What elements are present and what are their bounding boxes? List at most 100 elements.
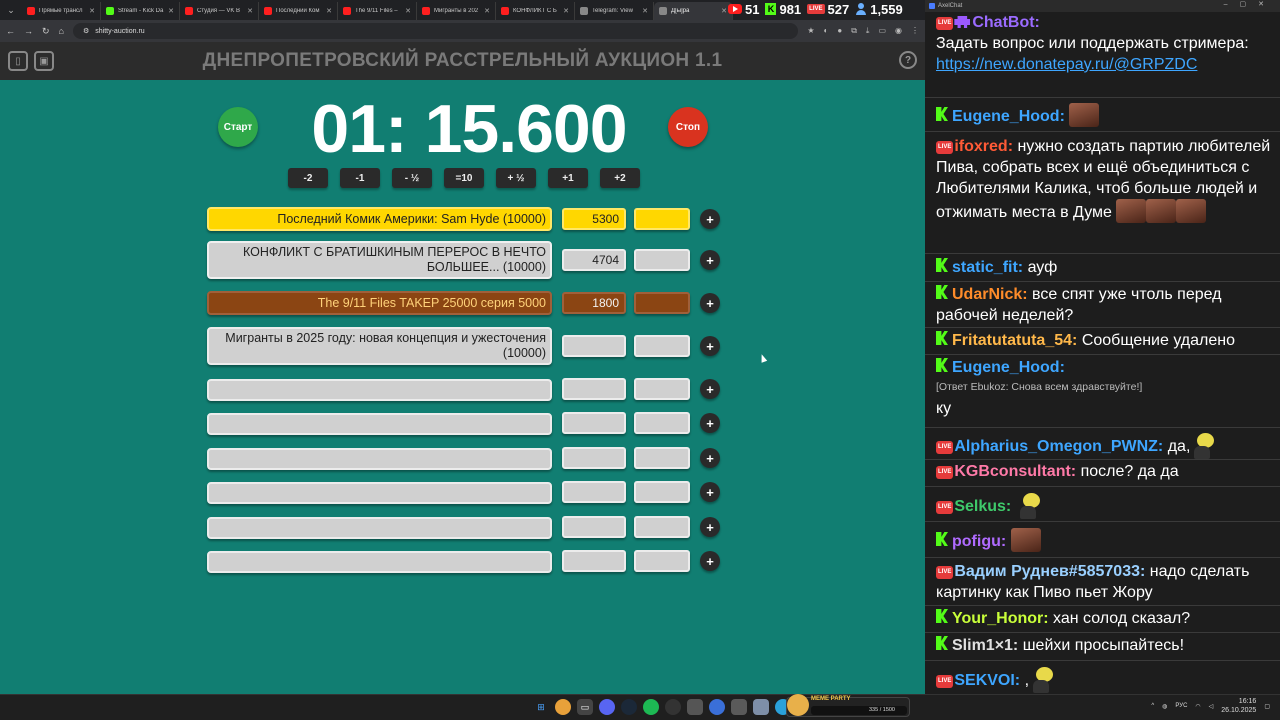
lot-amount-input[interactable]: [562, 550, 626, 572]
browser-tab[interactable]: Последний Ком ✕: [259, 2, 338, 20]
lot-plus-button[interactable]: +: [700, 551, 720, 571]
spotify-icon[interactable]: [643, 699, 659, 715]
chat-username[interactable]: KGBconsultant:: [954, 463, 1076, 480]
media-player-icon[interactable]: [709, 699, 725, 715]
bookmark-star-icon[interactable]: ★: [807, 26, 814, 36]
lot-add-amount-input[interactable]: [634, 447, 690, 469]
lot-amount-input[interactable]: 5300: [562, 208, 626, 230]
lot-amount-input[interactable]: [562, 516, 626, 538]
sidebar-toggle-icon[interactable]: ▯: [8, 51, 28, 71]
extension-icon[interactable]: ●: [837, 26, 842, 36]
tab-close-icon[interactable]: ✕: [89, 7, 95, 15]
lot-amount-input[interactable]: 4704: [562, 249, 626, 271]
active-app-icon[interactable]: [753, 699, 769, 715]
minus-half-button[interactable]: - ½: [392, 168, 432, 188]
lot-name-input[interactable]: The 9/11 Files TAKEP 25000 серия 5000: [207, 291, 552, 315]
chat-username[interactable]: SEKVOI:: [954, 672, 1020, 689]
lot-add-amount-input[interactable]: [634, 550, 690, 572]
chat-username[interactable]: Selkus:: [954, 498, 1011, 515]
lot-plus-button[interactable]: +: [700, 413, 720, 433]
lot-name-input[interactable]: [207, 482, 552, 504]
address-bar[interactable]: ⚙ shitty-auction.ru: [72, 23, 799, 39]
chat-username[interactable]: Alpharius_Omegon_PWNZ:: [954, 438, 1163, 455]
tab-close-icon[interactable]: ✕: [168, 7, 174, 15]
lot-add-amount-input[interactable]: [634, 516, 690, 538]
chat-username[interactable]: static_fit:: [952, 259, 1023, 276]
chat-username[interactable]: Your_Honor:: [952, 610, 1049, 627]
input-language[interactable]: РУС: [1175, 703, 1187, 709]
lot-amount-input[interactable]: 1800: [562, 292, 626, 314]
chat-username[interactable]: pofigu:: [952, 533, 1006, 550]
lot-add-amount-input[interactable]: [634, 335, 690, 357]
chat-username[interactable]: Fritatutatuta_54:: [952, 332, 1077, 349]
lot-name-input[interactable]: Последний Комик Америки: Sam Hyde (10000…: [207, 207, 552, 231]
tab-close-icon[interactable]: ✕: [326, 7, 332, 15]
tab-close-icon[interactable]: ✕: [721, 7, 727, 15]
set-10-button[interactable]: =10: [444, 168, 484, 188]
lot-name-input[interactable]: [207, 448, 552, 470]
browser-tab[interactable]: КОНФЛИКТ С Б ✕: [496, 2, 575, 20]
lot-add-amount-input[interactable]: [634, 481, 690, 503]
lot-plus-button[interactable]: +: [700, 336, 720, 356]
donate-link[interactable]: https://new.donatepay.ru/@GRPZDC: [936, 56, 1197, 73]
lot-name-input[interactable]: [207, 551, 552, 573]
lot-add-amount-input[interactable]: [634, 292, 690, 314]
lot-plus-button[interactable]: +: [700, 448, 720, 468]
chat-username[interactable]: Slim1×1:: [952, 637, 1018, 654]
browser-tab[interactable]: The 9/11 Files – ✕: [338, 2, 417, 20]
tab-search-icon[interactable]: ⌄: [0, 0, 22, 20]
chat-username[interactable]: Eugene_Hood:: [952, 108, 1065, 125]
back-icon[interactable]: ←: [6, 26, 15, 36]
app-icon[interactable]: [731, 699, 747, 715]
tab-close-icon[interactable]: ✕: [405, 7, 411, 15]
lot-add-amount-input[interactable]: [634, 249, 690, 271]
save-icon[interactable]: ▣: [34, 51, 54, 71]
help-icon[interactable]: ?: [899, 51, 917, 69]
start-button[interactable]: Старт: [218, 107, 258, 147]
profile-icon[interactable]: ◉: [895, 26, 902, 36]
lot-name-input[interactable]: КОНФЛИКТ С БРАТИШКИНЫМ ПЕРЕРОС В НЕЧТО Б…: [207, 241, 552, 279]
browser-tab[interactable]: Мигранты в 202 ✕: [417, 2, 496, 20]
extensions-puzzle-icon[interactable]: ⧉: [851, 26, 857, 36]
download-icon[interactable]: ⤓: [866, 26, 870, 36]
stop-button[interactable]: Стоп: [668, 107, 708, 147]
browser-tab[interactable]: Прямые трансл ✕: [22, 2, 101, 20]
chat-username[interactable]: Вадим Руднев#5857033:: [954, 563, 1145, 580]
home-icon[interactable]: ⌂: [59, 26, 64, 36]
chat-username[interactable]: Eugene_Hood:: [952, 359, 1065, 376]
chrome-icon[interactable]: [555, 699, 571, 715]
browser-tab[interactable]: Telegram: View ✕: [575, 2, 654, 20]
plus-half-button[interactable]: + ½: [496, 168, 536, 188]
plus-1-button[interactable]: +1: [548, 168, 588, 188]
reload-icon[interactable]: ↻: [42, 26, 50, 37]
notifications-icon[interactable]: ▢: [1264, 703, 1270, 710]
lot-add-amount-input[interactable]: [634, 378, 690, 400]
browser-tab[interactable]: Студия — VK В ✕: [180, 2, 259, 20]
tab-close-icon[interactable]: ✕: [563, 7, 569, 15]
network-icon[interactable]: ◠: [1195, 703, 1200, 710]
tray-app-icon[interactable]: ◍: [1162, 703, 1167, 710]
steam-icon[interactable]: [621, 699, 637, 715]
lot-plus-button[interactable]: +: [700, 482, 720, 502]
split-view-icon[interactable]: ▭: [878, 26, 886, 36]
lot-name-input[interactable]: [207, 413, 552, 435]
menu-icon[interactable]: ⋮: [911, 26, 919, 36]
lot-plus-button[interactable]: +: [700, 293, 720, 313]
clock[interactable]: 16:16 26.10.2025: [1221, 697, 1256, 715]
app-icon[interactable]: [687, 699, 703, 715]
lot-amount-input[interactable]: [562, 335, 626, 357]
lot-plus-button[interactable]: +: [700, 379, 720, 399]
tray-chevron-icon[interactable]: ^: [1151, 703, 1154, 709]
lot-name-input[interactable]: Мигранты в 2025 году: новая концепция и …: [207, 327, 552, 365]
discord-icon[interactable]: [599, 699, 615, 715]
file-explorer-icon[interactable]: ▭: [577, 699, 593, 715]
chat-username[interactable]: ChatBot:: [972, 14, 1040, 31]
lot-amount-input[interactable]: [562, 378, 626, 400]
window-controls-icon[interactable]: –▢✕: [1224, 0, 1276, 8]
lot-name-input[interactable]: [207, 517, 552, 539]
volume-icon[interactable]: ◁: [1209, 703, 1214, 710]
browser-tab-active[interactable]: Д[ы]ра ✕: [654, 2, 733, 20]
windows-start-icon[interactable]: ⊞: [533, 699, 549, 715]
minus-2-button[interactable]: -2: [288, 168, 328, 188]
chat-username[interactable]: UdarNick:: [952, 286, 1028, 303]
